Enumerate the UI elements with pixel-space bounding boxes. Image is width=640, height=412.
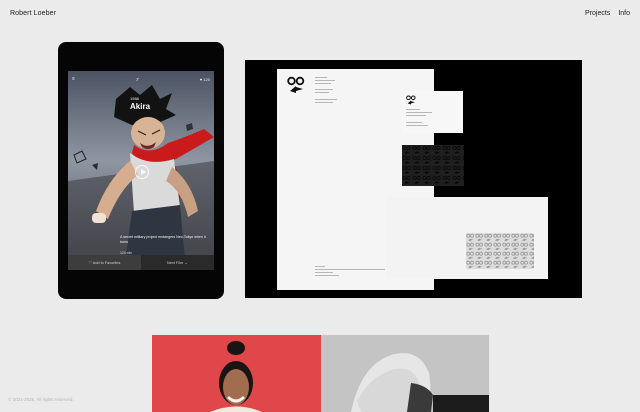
card-text-line: [406, 115, 426, 116]
business-card-back: [402, 145, 464, 186]
project-tablet-mockup[interactable]: ≡ ⊤̸ ♥ 120 1988 Akira A secret military …: [58, 42, 224, 299]
footer-line: [315, 266, 325, 267]
play-icon[interactable]: [135, 165, 149, 179]
film-year: 1988: [130, 96, 139, 101]
address-line: [315, 80, 335, 81]
envelope: [386, 197, 548, 279]
nav-info[interactable]: Info: [618, 10, 630, 17]
app-topbar: ≡ ⊤̸ ♥ 120: [68, 71, 214, 87]
site-name[interactable]: Robert Loeber: [10, 10, 56, 17]
nav-projects[interactable]: Projects: [585, 10, 610, 17]
card-text-line: [406, 122, 422, 123]
address-line: [315, 99, 337, 100]
business-card: [402, 91, 463, 133]
app-bottombar: ♡ Add to Favorites Next Film →: [68, 255, 214, 270]
footer-line: [315, 272, 333, 273]
address-line: [315, 83, 331, 84]
app-logo-icon: ⊤̸: [135, 76, 140, 82]
footer-line: [315, 269, 385, 270]
project-portrait-photos[interactable]: [152, 335, 489, 412]
footer-line: [315, 275, 339, 276]
portrait-photo-grey: [321, 335, 489, 412]
portrait-photo-red: [152, 335, 321, 412]
card-text-line: [406, 112, 432, 113]
address-line: [315, 89, 333, 90]
film-title: Akira: [130, 102, 151, 111]
next-film-button[interactable]: Next Film →: [141, 255, 214, 270]
tablet-screen: ≡ ⊤̸ ♥ 120 1988 Akira A secret military …: [68, 71, 214, 270]
address-line: [315, 92, 329, 93]
copyright: © 2021-2025. All rights reserved.: [8, 397, 74, 402]
address-line: [315, 102, 333, 103]
envelope-window: [466, 233, 534, 269]
project-stationery-mockup[interactable]: [245, 60, 582, 298]
brand-logo-icon: [287, 76, 305, 93]
add-to-favorites-button[interactable]: ♡ Add to Favorites: [68, 255, 141, 270]
card-text-line: [406, 125, 428, 126]
menu-icon[interactable]: ≡: [72, 76, 75, 82]
film-description: A secret military project endangers Neo-…: [120, 235, 206, 244]
favorites-count[interactable]: ♥ 120: [200, 77, 210, 82]
top-nav: Projects Info: [585, 10, 630, 17]
address-line: [315, 77, 327, 78]
card-text-line: [406, 109, 420, 110]
brand-logo-icon: [406, 95, 416, 105]
